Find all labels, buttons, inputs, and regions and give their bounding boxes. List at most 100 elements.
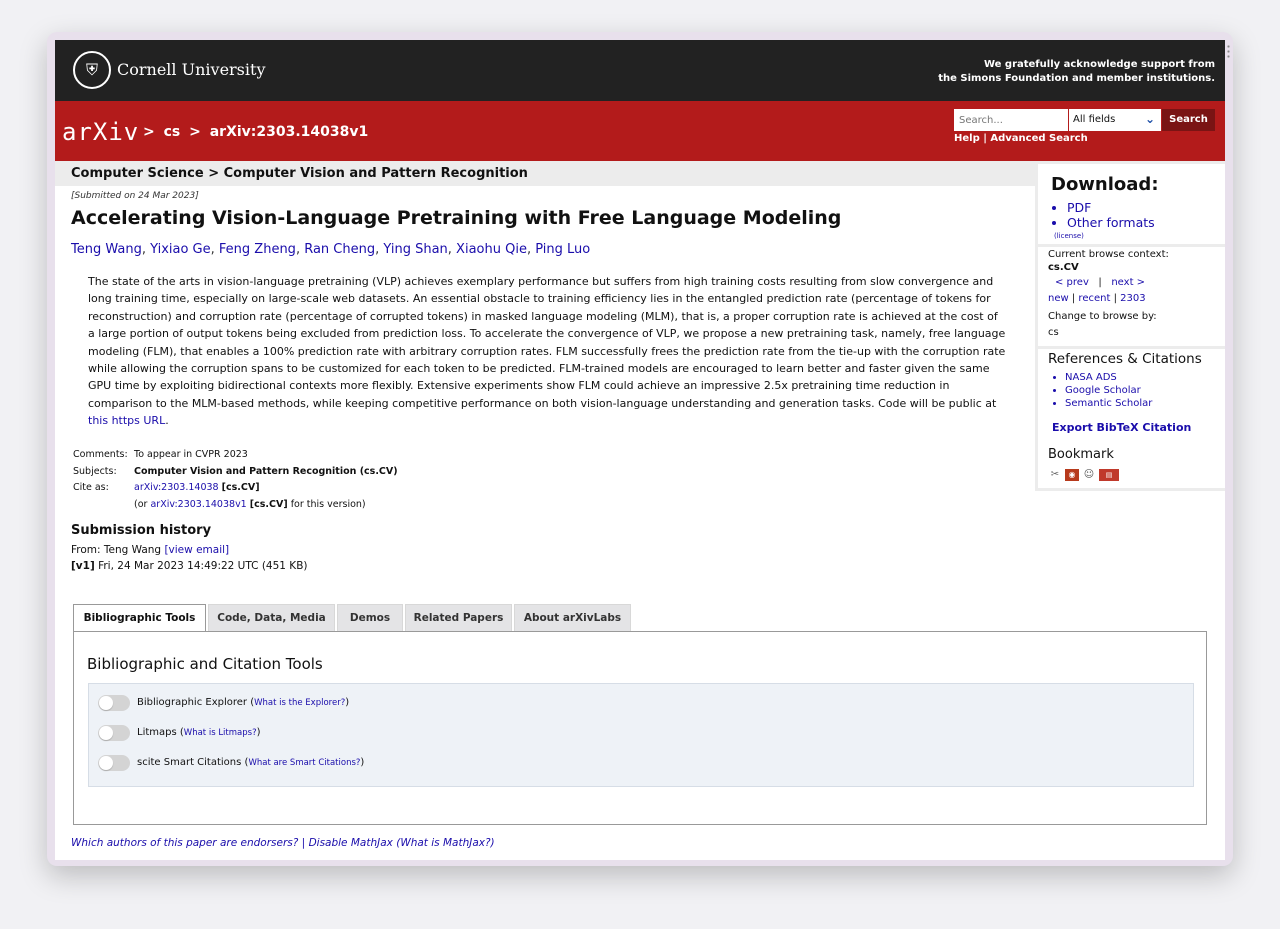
breadcrumb-sep: >	[189, 124, 201, 140]
author-link[interactable]: Teng Wang	[71, 242, 142, 257]
arxiv-page: ⛨ Cornell University We gratefully ackno…	[55, 40, 1225, 860]
code-url-link[interactable]: this https URL	[88, 414, 165, 427]
submission-history-title: Submission history	[71, 523, 212, 538]
breadcrumb: > cs > arXiv:2303.14038v1	[143, 124, 372, 140]
browse-context-box: Current browse context: cs.CV < prev | n…	[1038, 247, 1225, 346]
new-link[interactable]: new	[1048, 293, 1069, 304]
scite-toggle[interactable]	[98, 755, 130, 771]
what-is-mathjax-link[interactable]: (What is MathJax?)	[396, 837, 494, 849]
reddit-icon[interactable]: ☺	[1082, 469, 1096, 481]
help-sep: |	[983, 133, 987, 144]
export-box: Export BibTeX Citation	[1038, 416, 1225, 441]
subject-header: Computer Science > Computer Vision and P…	[55, 161, 1035, 186]
search-input[interactable]	[954, 109, 1068, 131]
tab-demos[interactable]: Demos	[337, 604, 403, 632]
download-other-formats-link[interactable]: Other formats	[1067, 215, 1155, 230]
bibliographic-tools-panel: Bibliographic and Citation Tools Bibliog…	[73, 631, 1207, 825]
author-link[interactable]: Ping Luo	[535, 242, 590, 257]
google-scholar-link[interactable]: Google Scholar	[1065, 384, 1152, 397]
author-link[interactable]: Ran Cheng	[304, 242, 375, 257]
cornell-university-name[interactable]: Cornell University	[117, 60, 265, 79]
bibliographic-explorer-toggle[interactable]	[98, 695, 130, 711]
subject-header-text: Computer Science > Computer Vision and P…	[71, 166, 528, 181]
submission-from: From: Teng Wang [view email]	[71, 544, 229, 556]
references-title: References & Citations	[1048, 351, 1202, 367]
tool-label: Bibliographic Explorer	[137, 697, 248, 708]
cite-version-category: [cs.CV]	[249, 498, 288, 510]
cite-or: (or	[134, 498, 148, 510]
version-v1-link[interactable]: [v1]	[71, 560, 95, 572]
yymm-link[interactable]: 2303	[1120, 293, 1145, 304]
search-button[interactable]: Search	[1162, 109, 1215, 131]
browse-context-label: Current browse context:	[1048, 249, 1169, 260]
window-drag-handle[interactable]	[1227, 44, 1230, 58]
breadcrumb-paper-id: arXiv:2303.14038v1	[209, 124, 369, 140]
cite-as-category: [cs.CV]	[221, 482, 260, 493]
help-link[interactable]: Help	[954, 133, 980, 144]
export-bibtex-link[interactable]: Export BibTeX Citation	[1052, 421, 1191, 434]
author-link[interactable]: Xiaohu Qie	[456, 242, 527, 257]
abstract: The state of the arts in vision-language…	[88, 273, 1006, 430]
search-field-select[interactable]: All fields ⌄	[1069, 109, 1161, 131]
comments-value: To appear in CVPR 2023	[134, 449, 248, 460]
author-link[interactable]: Yixiao Ge	[150, 242, 211, 257]
support-line-1[interactable]: We gratefully acknowledge support from	[938, 58, 1215, 72]
nav-sep: |	[1071, 293, 1076, 304]
cite-version-link[interactable]: arXiv:2303.14038v1	[150, 499, 246, 510]
footer-links: Which authors of this paper are endorser…	[71, 837, 495, 849]
change-browse-label: Change to browse by:	[1048, 311, 1157, 322]
tab-bibliographic-tools[interactable]: Bibliographic Tools	[73, 604, 206, 633]
breadcrumb-cs[interactable]: cs	[164, 124, 181, 140]
semantic-scholar-link[interactable]: Semantic Scholar	[1065, 397, 1152, 410]
sciencewise-icon[interactable]: ▤	[1099, 469, 1119, 481]
cornell-seal-icon[interactable]: ⛨	[73, 51, 111, 89]
submitted-date: [Submitted on 24 Mar 2023]	[71, 191, 199, 201]
chevron-down-icon: ⌄	[1144, 112, 1155, 126]
bibsonomy-icon[interactable]: ✂	[1048, 469, 1062, 481]
browse-context-value: cs.CV	[1048, 262, 1079, 273]
tool-label: scite Smart Citations	[137, 757, 242, 768]
abstract-end: .	[165, 414, 169, 428]
search-field-value: All fields	[1073, 114, 1116, 125]
download-pdf-link[interactable]: PDF	[1067, 200, 1155, 215]
author-link[interactable]: Feng Zheng	[219, 242, 296, 257]
license-link[interactable]: (license)	[1054, 232, 1084, 240]
submission-from-text: From: Teng Wang	[71, 544, 162, 556]
litmaps-toggle[interactable]	[98, 725, 130, 741]
support-acknowledgement: We gratefully acknowledge support from t…	[938, 58, 1215, 86]
right-sidebar: Download: PDF Other formats (license) Cu…	[1035, 161, 1225, 491]
litmaps-help-link[interactable]: What is Litmaps?	[184, 728, 257, 738]
disable-mathjax-link[interactable]: Disable MathJax	[309, 837, 393, 849]
nav-sep: |	[1098, 277, 1102, 288]
version-v1-text: Fri, 24 Mar 2023 14:49:22 UTC (451 KB)	[98, 560, 308, 572]
scite-help-link[interactable]: What are Smart Citations?	[248, 758, 360, 768]
author-link[interactable]: Ying Shan	[383, 242, 447, 257]
author-list: Teng Wang, Yixiao Ge, Feng Zheng, Ran Ch…	[71, 242, 591, 257]
view-email-link[interactable]: [view email]	[164, 544, 229, 556]
arxiv-logo[interactable]: arXiv	[62, 118, 139, 146]
cite-as-label: Cite as:	[73, 482, 109, 493]
tab-about-arxivlabs[interactable]: About arXivLabs	[514, 604, 631, 632]
subjects-label: Subjects:	[73, 465, 117, 477]
cite-version-suffix: for this version)	[290, 498, 366, 510]
mendeley-icon[interactable]: ◉	[1065, 469, 1079, 481]
download-box: Download: PDF Other formats (license)	[1038, 164, 1225, 244]
bookmark-title: Bookmark	[1048, 447, 1114, 462]
prev-link[interactable]: < prev	[1055, 277, 1089, 288]
comments-label: Comments:	[73, 449, 128, 460]
recent-link[interactable]: recent	[1078, 293, 1110, 304]
nasa-ads-link[interactable]: NASA ADS	[1065, 371, 1152, 384]
footer-sep: |	[301, 837, 306, 849]
next-link[interactable]: next >	[1111, 277, 1145, 288]
tab-code-data-media[interactable]: Code, Data, Media	[208, 604, 335, 632]
support-line-2[interactable]: the Simons Foundation and member institu…	[938, 72, 1215, 86]
cite-as-link[interactable]: arXiv:2303.14038	[134, 482, 219, 493]
download-title: Download:	[1051, 174, 1159, 195]
browse-cs-link[interactable]: cs	[1048, 326, 1059, 340]
advanced-search-link[interactable]: Advanced Search	[990, 133, 1087, 144]
nav-sep: |	[1113, 293, 1117, 304]
help-links: Help | Advanced Search	[954, 133, 1088, 144]
endorsers-link[interactable]: Which authors of this paper are endorser…	[71, 837, 298, 849]
explorer-help-link[interactable]: What is the Explorer?	[254, 698, 345, 708]
tab-related-papers[interactable]: Related Papers	[405, 604, 512, 632]
